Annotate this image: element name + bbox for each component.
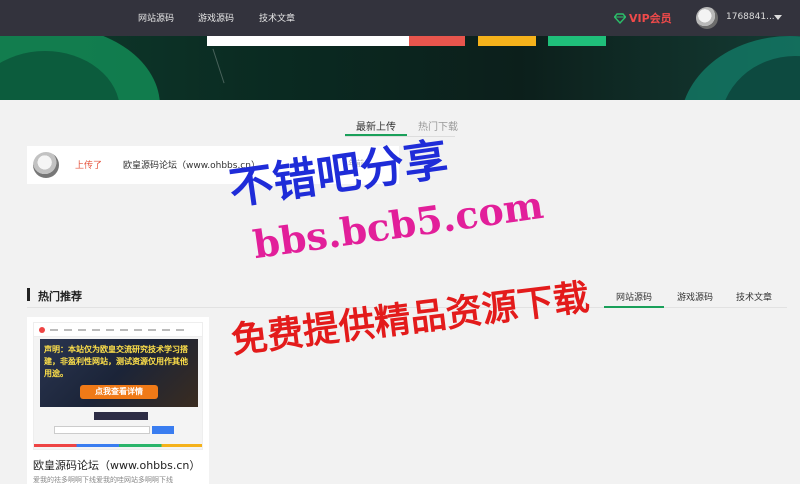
active-tab-indicator	[604, 306, 664, 308]
vip-link[interactable]: VIP会员	[614, 10, 672, 26]
chevron-down-icon[interactable]	[774, 15, 782, 20]
watermark-slogan: 免费提供精品资源下载	[229, 276, 592, 362]
upload-time: 1年前	[343, 159, 365, 168]
avatar[interactable]	[696, 7, 718, 29]
vip-label: VIP会员	[629, 12, 672, 25]
resource-description: 爱我的祛多啊啊下线爱我的哇网站多啊啊下线	[33, 476, 173, 484]
hero-button-green[interactable]	[548, 36, 606, 46]
active-tab-indicator	[345, 134, 407, 136]
search-button[interactable]	[409, 36, 465, 46]
logo-icon	[39, 327, 45, 333]
thumbnail-button: 点我查看详情	[80, 385, 158, 399]
nav-game-source[interactable]: 游戏源码	[198, 11, 234, 24]
nav-website-source[interactable]: 网站源码	[138, 11, 174, 24]
tab-tech-articles[interactable]: 技术文章	[736, 290, 772, 303]
section-marker	[27, 288, 30, 301]
tab-website-source[interactable]: 网站源码	[616, 290, 652, 303]
avatar	[33, 152, 59, 178]
resource-card[interactable]: 声明：本站仅为欧皇交流研究技术学习搭建，非盈利性网站，测试资源仅用作其他用途。 …	[27, 317, 209, 484]
hero-banner	[0, 36, 800, 100]
resource-title[interactable]: 欧皇源码论坛（www.ohbbs.cn）	[33, 457, 200, 473]
nav-tech-articles[interactable]: 技术文章	[259, 11, 295, 24]
diamond-icon	[614, 12, 626, 24]
resource-thumbnail[interactable]: 声明：本站仅为欧皇交流研究技术学习搭建，非盈利性网站，测试资源仅用作其他用途。 …	[33, 322, 203, 450]
tab-latest-upload[interactable]: 最新上传	[356, 118, 396, 133]
top-nav: 网站源码 游戏源码 技术文章 VIP会员 1768841...	[0, 0, 800, 36]
hero-button-yellow[interactable]	[478, 36, 536, 46]
search-input[interactable]	[207, 36, 409, 46]
watermark-url: bbs.bcb5.com	[250, 181, 547, 268]
upload-title[interactable]: 欧皇源码论坛（www.ohbbs.cn）	[123, 158, 260, 171]
tab-hot-download[interactable]: 热门下载	[418, 118, 458, 133]
username[interactable]: 1768841...	[726, 12, 775, 22]
section-title: 热门推荐	[38, 290, 82, 303]
upload-label: 上传了	[75, 161, 103, 171]
list-item[interactable]: 上传了 欧皇源码论坛（www.ohbbs.cn） 1年前	[27, 146, 399, 184]
thumbnail-notice: 声明：本站仅为欧皇交流研究技术学习搭建，非盈利性网站，测试资源仅用作其他用途。	[44, 345, 188, 378]
tab-game-source[interactable]: 游戏源码	[677, 290, 713, 303]
